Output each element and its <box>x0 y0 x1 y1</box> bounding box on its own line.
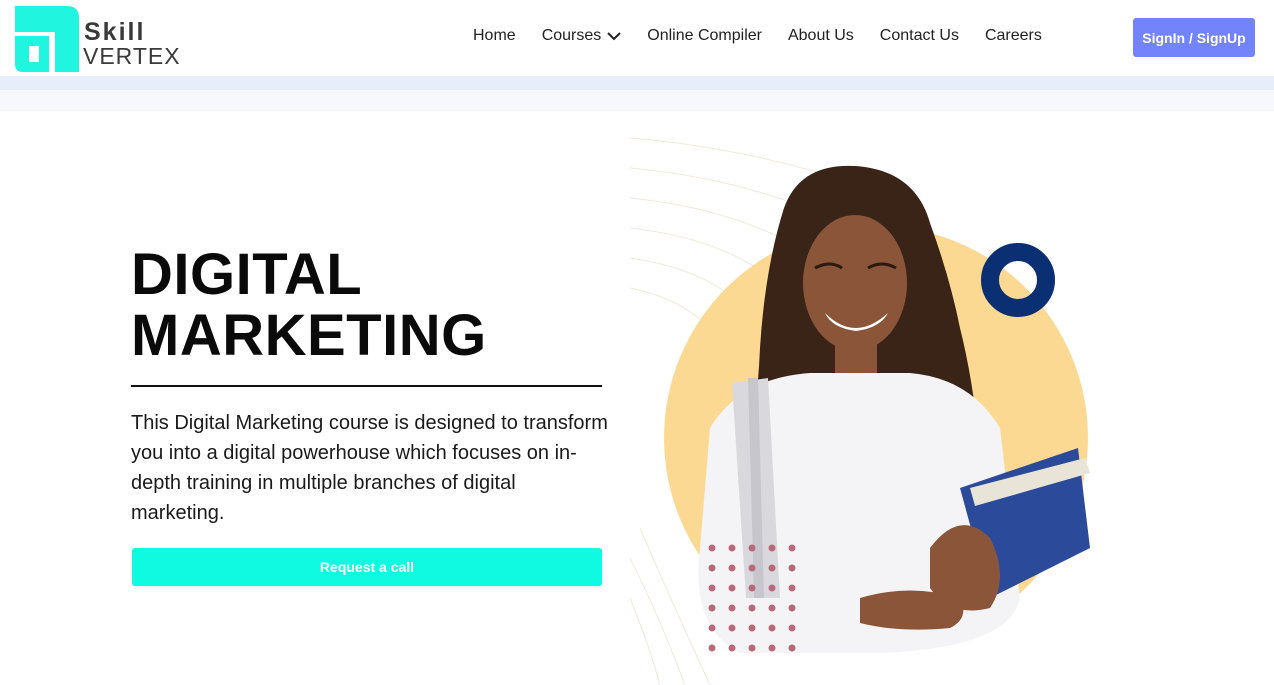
nav-home[interactable]: Home <box>473 27 516 45</box>
site-header: Skill VERTEX Home Courses Online Compile… <box>0 0 1274 76</box>
nav-courses[interactable]: Courses <box>542 27 622 45</box>
hero-title-line2: MARKETING <box>131 303 487 368</box>
nav-careers[interactable]: Careers <box>985 27 1042 45</box>
hero-illustration <box>630 137 1090 685</box>
skillvertex-logo[interactable]: Skill VERTEX <box>15 6 190 72</box>
nav-contact-us-label: Contact Us <box>879 27 959 44</box>
nav-online-compiler-label: Online Compiler <box>647 27 762 44</box>
nav-careers-label: Careers <box>984 27 1042 44</box>
request-call-button[interactable]: Request a call <box>132 548 602 586</box>
hero-title-line1: DIGITAL <box>131 242 363 307</box>
hero-title: DIGITAL MARKETING <box>131 244 601 366</box>
nav-contact-us[interactable]: Contact Us <box>880 27 959 45</box>
logo-text-vertex: VERTEX <box>83 43 181 69</box>
signin-signup-button[interactable]: SignIn / SignUp <box>1133 18 1255 57</box>
hero-divider <box>131 385 602 387</box>
nav-about-us-label: About Us <box>787 27 854 44</box>
nav-home-label: Home <box>473 27 516 44</box>
nav-about-us[interactable]: About Us <box>788 27 854 45</box>
main-nav: Home Courses Online Compiler About Us Co… <box>473 27 1068 45</box>
header-divider <box>0 76 1274 90</box>
chevron-down-icon <box>607 32 621 41</box>
ring-decoration <box>981 243 1055 317</box>
logo-mark-icon <box>15 6 79 72</box>
hero-description: This Digital Marketing course is designe… <box>131 412 608 524</box>
header-subband <box>0 90 1274 111</box>
nav-courses-label: Courses <box>541 27 602 44</box>
nav-online-compiler[interactable]: Online Compiler <box>647 27 762 45</box>
